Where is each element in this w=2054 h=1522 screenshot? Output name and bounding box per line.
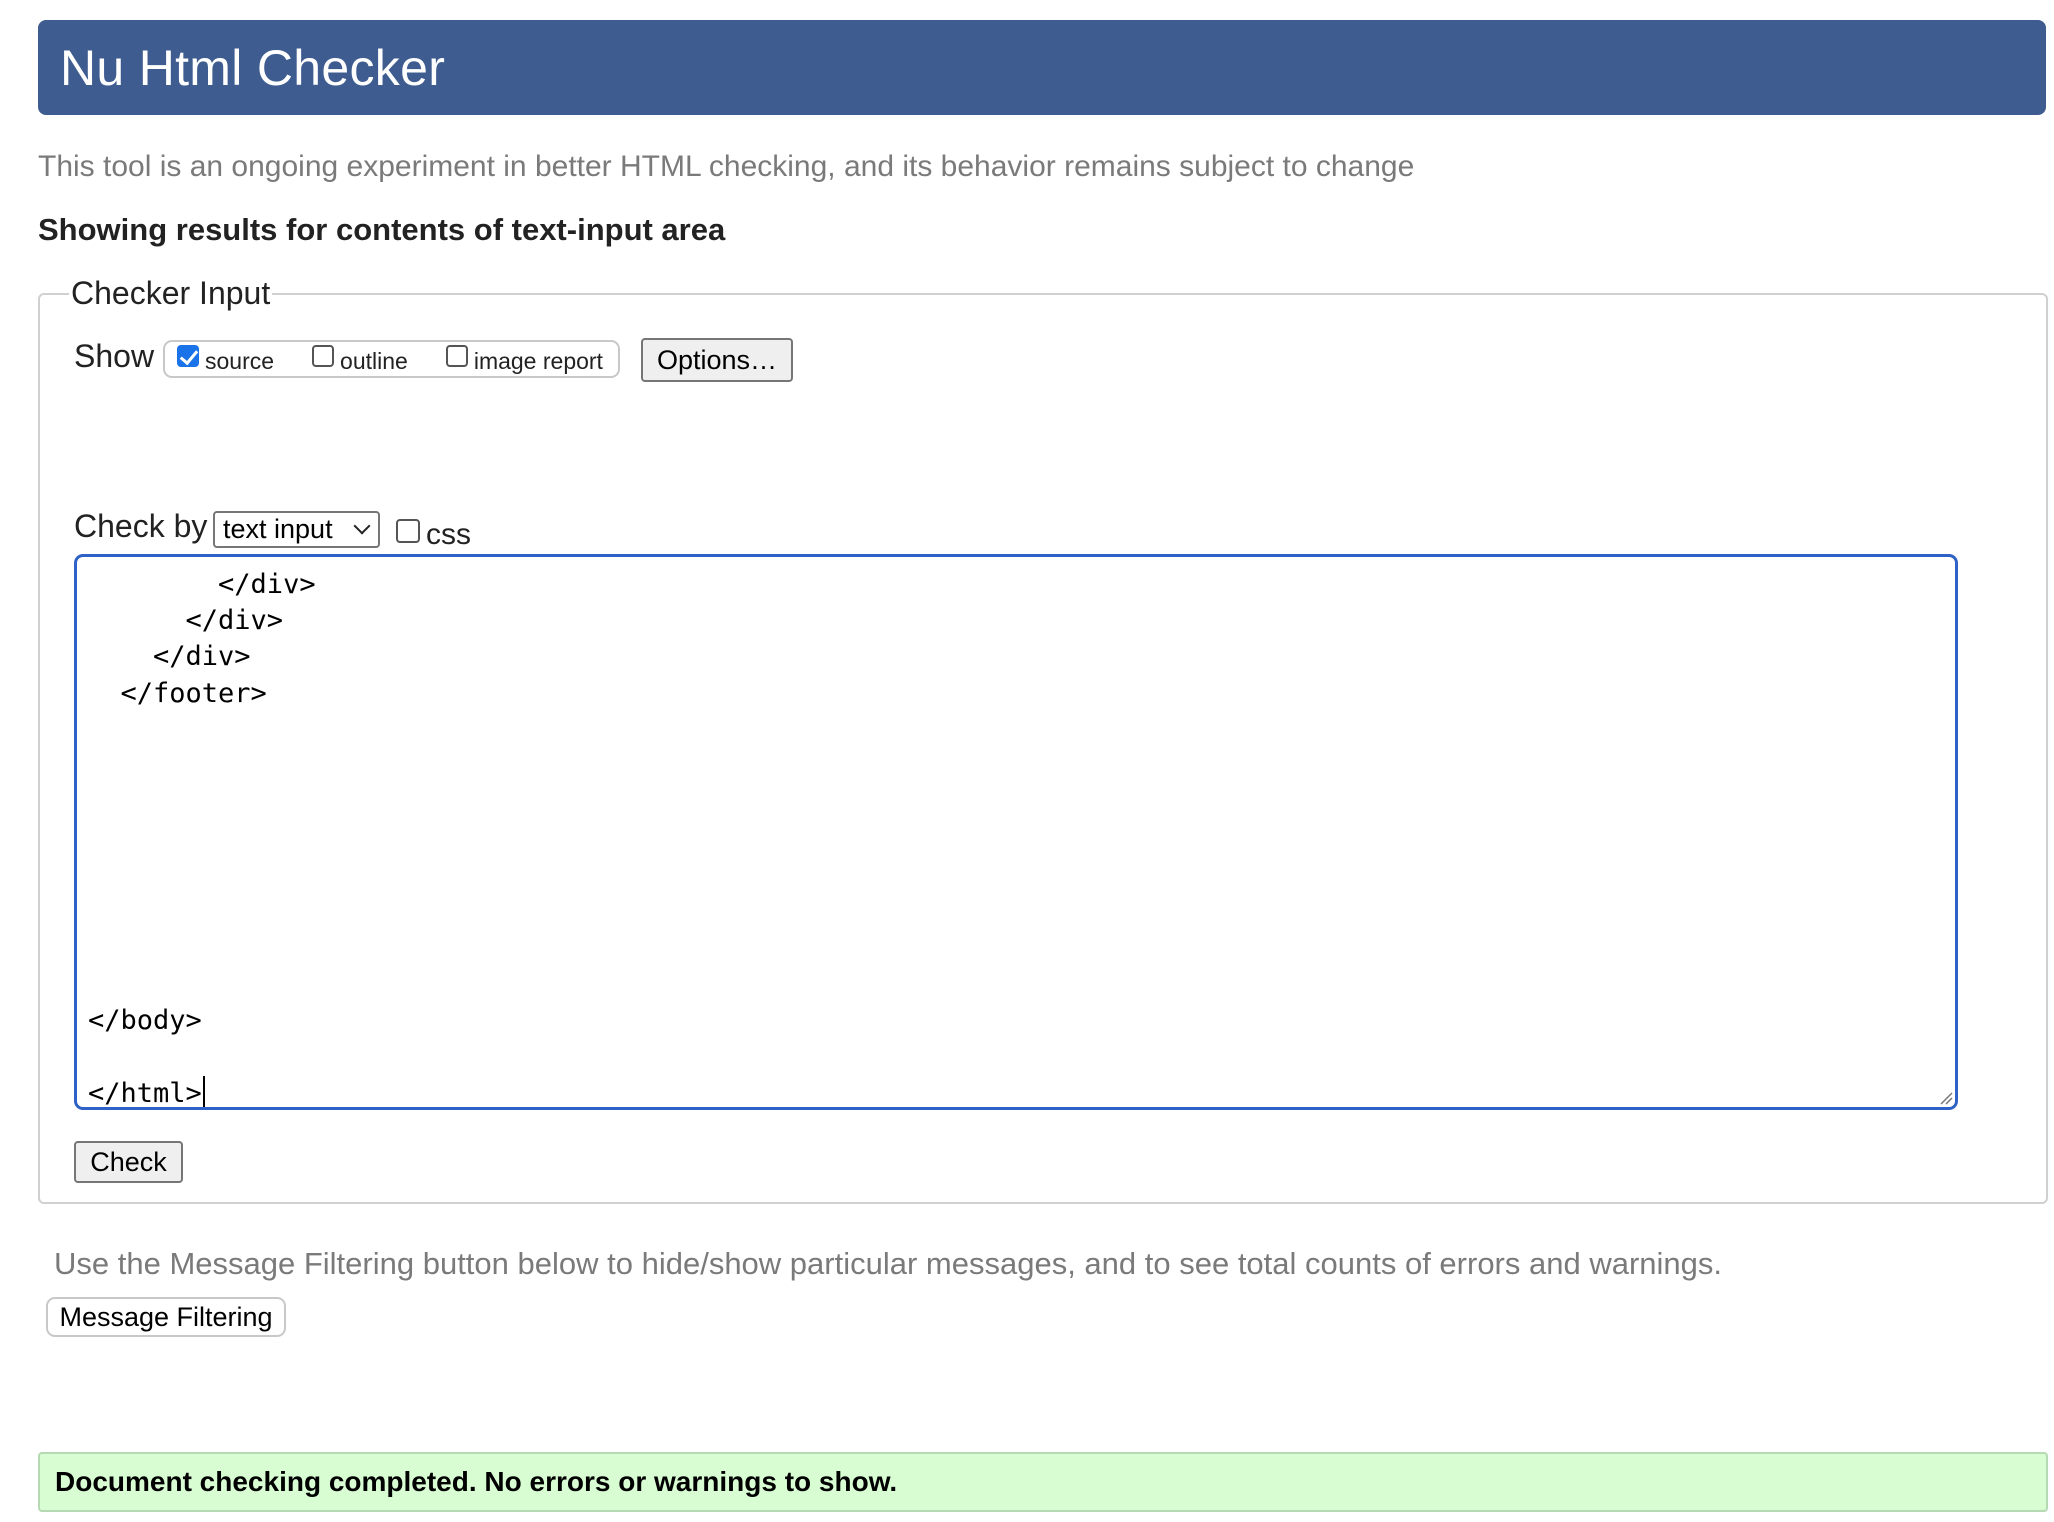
code-line: </html> [88, 1078, 202, 1109]
options-button[interactable]: Options… [641, 338, 793, 382]
text-caret [202, 1076, 205, 1107]
page: Nu Html Checker This tool is an ongoing … [0, 0, 2054, 1522]
outline-checkbox[interactable] [312, 345, 335, 367]
tool-description: This tool is an ongoing experiment in be… [38, 150, 1415, 183]
source-label: source [205, 347, 275, 374]
message-filtering-button[interactable]: Message Filtering [46, 1297, 286, 1337]
status-message: Document checking completed. No errors o… [38, 1452, 2048, 1512]
clipped-code-line [350, 554, 1250, 555]
show-options-group: source outline image report [163, 340, 620, 378]
source-checkbox[interactable] [177, 345, 199, 367]
image-report-label: image report [473, 347, 603, 374]
code-line: </footer> [88, 678, 267, 709]
image-report-checkbox[interactable] [445, 345, 468, 367]
code-line: </body> [88, 1005, 202, 1036]
page-title: Nu Html Checker [60, 39, 446, 96]
show-source-option[interactable]: source [177, 345, 275, 374]
check-by-select[interactable]: text input [213, 511, 380, 548]
show-image-report-option[interactable]: image report [445, 345, 603, 374]
resize-grip-icon[interactable] [1939, 1091, 1953, 1105]
check-by-selected-value: text input [223, 514, 333, 544]
css-checkbox[interactable] [396, 519, 420, 543]
show-outline-option[interactable]: outline [312, 345, 408, 374]
chevron-down-icon [353, 517, 371, 535]
show-label: Show [74, 338, 155, 374]
code-line: </div> [88, 605, 284, 636]
message-filtering-note: Use the Message Filtering button below t… [54, 1246, 1723, 1281]
outline-label: outline [340, 347, 408, 374]
header-banner: Nu Html Checker [38, 20, 2046, 115]
check-by-label: Check by [74, 508, 208, 544]
css-label: css [426, 518, 471, 551]
results-heading: Showing results for contents of text-inp… [38, 212, 726, 247]
checker-input-legend: Checker Input [71, 275, 271, 311]
check-button[interactable]: Check [74, 1141, 183, 1183]
code-line-with-caret: </html> [88, 1076, 205, 1109]
source-textarea[interactable]: </div> </div> </div> </footer> </body> <… [74, 554, 1958, 1110]
code-line: </div> [88, 569, 316, 600]
css-option[interactable]: css [396, 514, 471, 551]
code-line: </div> [88, 641, 251, 672]
